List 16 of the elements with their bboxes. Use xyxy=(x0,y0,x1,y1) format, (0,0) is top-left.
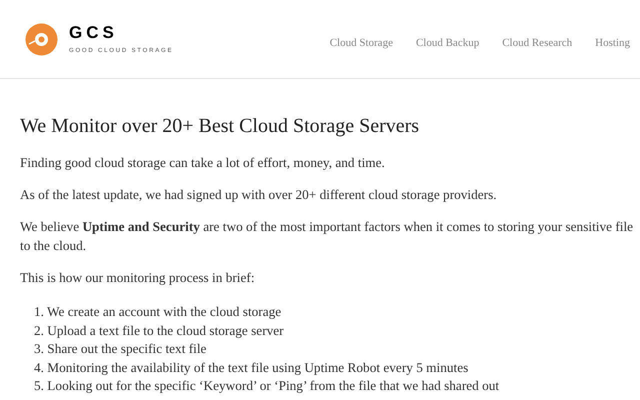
list-item: 1. We create an account with the cloud storage xyxy=(33,303,282,321)
page-heading: We Monitor over 20+ Best Cloud Storage Servers xyxy=(20,114,420,139)
disc-logo-icon xyxy=(25,22,58,56)
logo-name: GCS xyxy=(69,22,119,42)
list-item: 4. Monitoring the availability of the text file using Uptime Robot every 5 minutes xyxy=(33,358,468,377)
nav-link[interactable]: Cloud Research xyxy=(502,34,572,52)
list-item: 3. Share out the specific text file xyxy=(33,340,206,358)
nav-link[interactable]: Cloud Storage xyxy=(330,34,393,52)
list-item: 5. Looking out for the specific ‘Keyword’ or ‘Ping’ from the file that we had shared out xyxy=(33,377,500,395)
paragraph: This is how our monitoring process in brief: xyxy=(20,269,255,287)
paragraph: Finding good cloud storage can take a lot of effort, money, and time. xyxy=(20,154,385,172)
paragraph: We believe Uptime and Security are two of the most important factors when it comes to storing your sensitive file to the cloud. xyxy=(20,218,634,255)
nav-link[interactable]: Cloud Backup xyxy=(416,34,480,52)
nav-link[interactable]: Hosting xyxy=(595,34,630,52)
list-item: 2. Upload a text file to the cloud storage server xyxy=(33,322,284,340)
paragraph: As of the latest update, we had signed up with over 20+ different cloud storage providers. xyxy=(20,186,497,204)
